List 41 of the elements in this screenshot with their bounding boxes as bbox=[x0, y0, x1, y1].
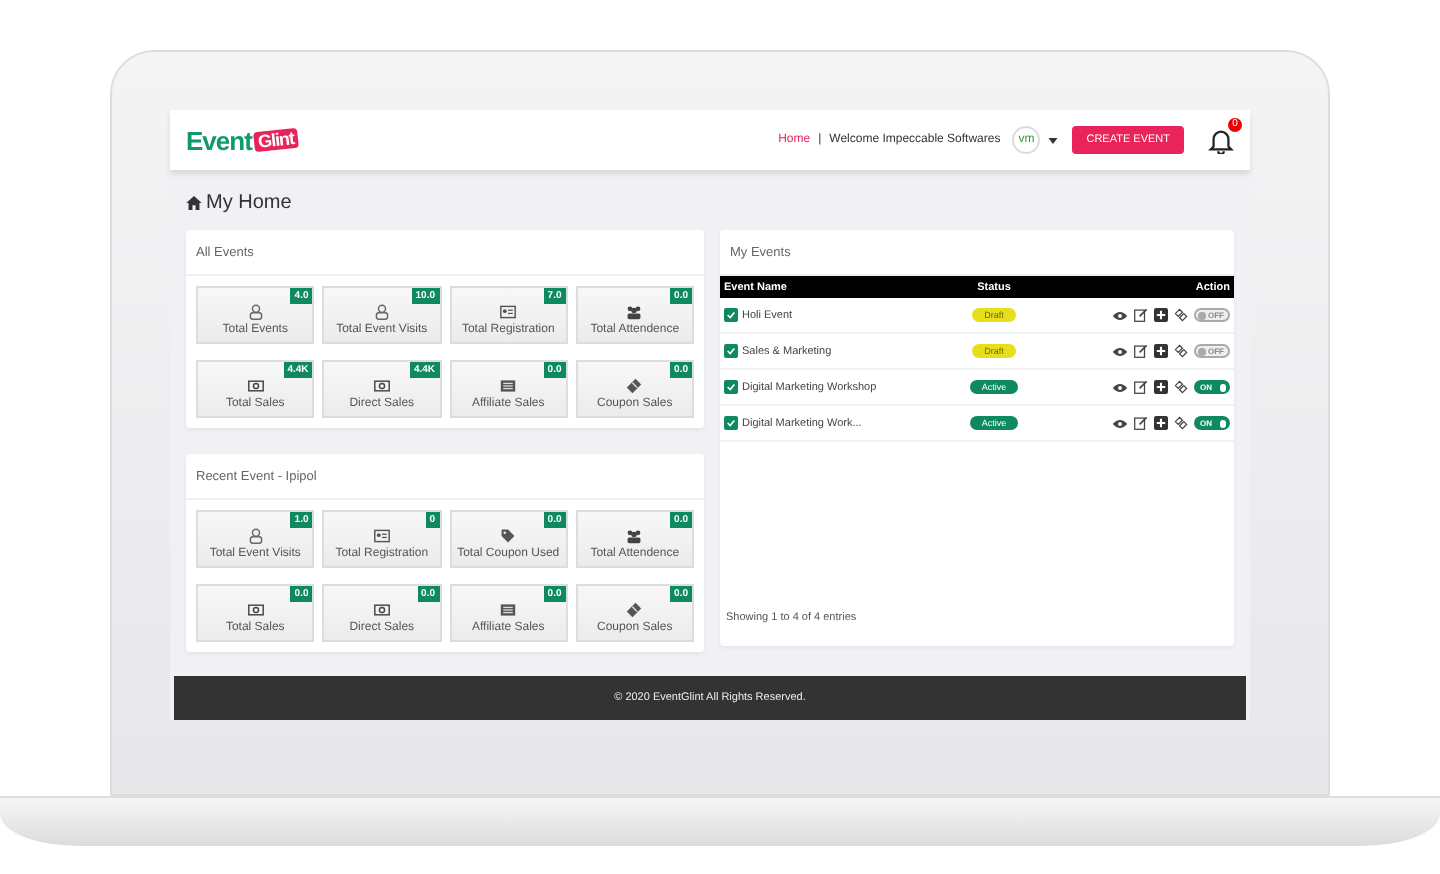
group-icon bbox=[626, 528, 643, 544]
user-icon bbox=[373, 304, 390, 320]
group-icon bbox=[626, 304, 643, 320]
link-icon[interactable] bbox=[1174, 380, 1188, 394]
add-icon[interactable] bbox=[1154, 344, 1168, 358]
checkbox[interactable] bbox=[724, 344, 738, 358]
add-icon[interactable] bbox=[1154, 308, 1168, 322]
list-icon bbox=[500, 602, 517, 618]
tag-icon bbox=[500, 528, 517, 544]
link-icon[interactable] bbox=[1174, 344, 1188, 358]
link-icon[interactable] bbox=[1174, 308, 1188, 322]
home-icon bbox=[186, 195, 202, 209]
banknote-icon bbox=[373, 378, 390, 394]
view-icon[interactable] bbox=[1112, 309, 1128, 321]
view-icon[interactable] bbox=[1112, 381, 1128, 393]
page-title: My Home bbox=[206, 191, 292, 213]
user-icon bbox=[247, 528, 264, 544]
checkbox[interactable] bbox=[724, 416, 738, 430]
logo[interactable]: Event Glint bbox=[186, 125, 298, 155]
view-icon[interactable] bbox=[1112, 417, 1128, 429]
view-icon[interactable] bbox=[1112, 345, 1128, 357]
edit-icon[interactable] bbox=[1134, 344, 1148, 358]
banknote-icon bbox=[247, 378, 264, 394]
caret-icon[interactable] bbox=[1048, 137, 1059, 143]
add-icon[interactable] bbox=[1154, 416, 1168, 430]
banknote-icon bbox=[247, 602, 264, 618]
ticket-icon bbox=[626, 602, 643, 618]
checkbox[interactable] bbox=[724, 308, 738, 322]
user-icon bbox=[247, 304, 264, 320]
id-card-icon bbox=[500, 304, 517, 320]
list-icon bbox=[500, 378, 517, 394]
checkbox[interactable] bbox=[724, 380, 738, 394]
bell-icon[interactable] bbox=[1208, 127, 1234, 153]
id-card-icon bbox=[373, 528, 390, 544]
edit-icon[interactable] bbox=[1134, 308, 1148, 322]
link-icon[interactable] bbox=[1174, 416, 1188, 430]
edit-icon[interactable] bbox=[1134, 380, 1148, 394]
edit-icon[interactable] bbox=[1134, 416, 1148, 430]
add-icon[interactable] bbox=[1154, 380, 1168, 394]
ticket-icon bbox=[626, 378, 643, 394]
banknote-icon bbox=[373, 602, 390, 618]
